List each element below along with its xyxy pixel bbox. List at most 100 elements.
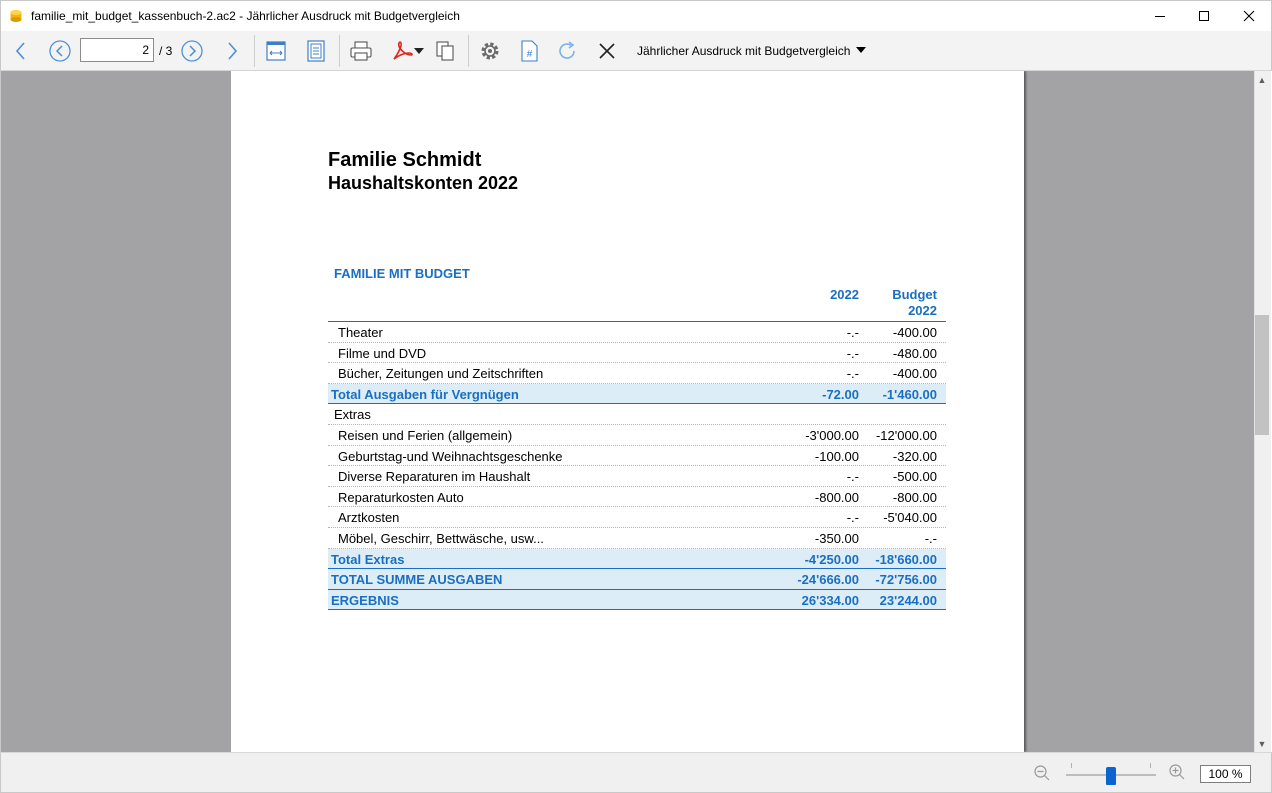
arrow-right-icon <box>228 42 238 60</box>
table-row: Diverse Reparaturen im Haushalt -.- -500.0… <box>328 466 946 487</box>
zoom-out-icon[interactable] <box>1033 764 1051 782</box>
toolbar-separator <box>339 35 340 67</box>
print-button[interactable] <box>347 37 375 65</box>
zoom-slider-thumb[interactable] <box>1106 767 1116 785</box>
toolbar-separator <box>468 35 469 67</box>
row-label: Reisen und Ferien (allgemein) <box>338 427 513 443</box>
row-value-2022: -.- <box>846 366 859 382</box>
report-page: Familie Schmidt Haushaltskonten 2022 FAM… <box>231 71 1024 752</box>
table-total-row: TOTAL SUMME AUSGABEN -24'666.00 -72'756.00 <box>328 569 946 590</box>
toolbar: / 3 # Jährlicher Ausdruck mit Budgetverg… <box>0 31 1272 71</box>
column-header-budget-line1: Budget <box>892 287 937 302</box>
next-page-button[interactable] <box>179 37 205 65</box>
svg-text:#: # <box>527 49 533 60</box>
row-value-2022: -100.00 <box>814 448 859 464</box>
copy-button[interactable] <box>432 37 458 65</box>
previous-page-button[interactable] <box>47 37 73 65</box>
row-value-2022: -.- <box>846 510 859 526</box>
row-label: TOTAL SUMME AUSGABEN <box>331 572 503 588</box>
status-bar: 100 % <box>0 752 1272 793</box>
pdf-icon <box>393 41 413 60</box>
settings-button[interactable] <box>476 37 504 65</box>
forward-button[interactable] <box>220 37 244 65</box>
table-row: Bücher, Zeitungen und Zeitschriften -.- -4… <box>328 363 946 384</box>
circle-chevron-right-icon <box>181 40 203 62</box>
printer-icon <box>350 41 372 61</box>
report-selector[interactable]: Jährlicher Ausdruck mit Budgetvergleich <box>637 44 850 58</box>
table-row: Filme und DVD -.- -480.00 <box>328 343 946 364</box>
copy-icon <box>436 41 454 61</box>
row-value-2022: -3'000.00 <box>805 427 859 443</box>
zoom-tick <box>1071 763 1072 768</box>
page-number-input[interactable] <box>80 38 154 62</box>
row-value-budget: -400.00 <box>892 325 937 340</box>
close-icon <box>599 43 615 59</box>
table-total-row: Total Extras -4'250.00 -18'660.00 <box>328 548 946 570</box>
row-label: Extras <box>334 407 371 423</box>
scrollbar-thumb[interactable] <box>1255 315 1269 435</box>
page-number-button[interactable]: # <box>516 37 542 65</box>
scroll-up-icon[interactable]: ▲ <box>1257 75 1267 85</box>
minimize-button[interactable] <box>1137 1 1183 31</box>
row-label: Reparaturkosten Auto <box>338 489 464 505</box>
title-bar: familie_mit_budget_kassenbuch-2.ac2 - Jä… <box>0 0 1272 31</box>
report-subtitle: Haushaltskonten 2022 <box>328 173 519 193</box>
arrow-left-icon <box>15 42 25 60</box>
column-header-budget: Budget 2022 <box>861 287 937 319</box>
window-title: familie_mit_budget_kassenbuch-2.ac2 - Jä… <box>31 9 460 23</box>
page-number-icon: # <box>521 40 538 62</box>
table-row: Möbel, Geschirr, Bettwäsche, usw... -350.… <box>328 528 946 549</box>
row-label: Filme und DVD <box>338 345 427 361</box>
row-value-budget: -12'000.00 <box>875 427 937 443</box>
row-value-budget: -18'660.00 <box>875 551 937 567</box>
close-window-button[interactable] <box>1226 1 1272 31</box>
row-value-budget: -480.00 <box>892 345 937 361</box>
scroll-down-icon[interactable]: ▼ <box>1257 739 1267 749</box>
refresh-button[interactable] <box>554 37 580 65</box>
page-total: / 3 <box>159 44 173 58</box>
chevron-down-icon[interactable] <box>856 47 866 53</box>
row-value-budget: -72'756.00 <box>875 572 937 588</box>
table-group-row: Extras <box>328 404 946 425</box>
row-value-budget: -320.00 <box>892 448 937 464</box>
row-value-2022: -.- <box>846 469 859 485</box>
row-value-budget: -400.00 <box>892 366 937 382</box>
row-value-2022: -.- <box>846 325 859 340</box>
row-label: Diverse Reparaturen im Haushalt <box>338 469 531 485</box>
table-row: Arztkosten -.- -5'040.00 <box>328 507 946 528</box>
table-row: Theater -.- -400.00 <box>328 322 946 343</box>
refresh-icon <box>559 41 575 59</box>
fit-width-icon <box>266 41 286 61</box>
row-value-2022: -72.00 <box>822 386 859 402</box>
row-label: Total Extras <box>331 551 405 567</box>
row-label: Möbel, Geschirr, Bettwäsche, usw... <box>338 530 544 546</box>
row-label: Total Ausgaben für Vergnügen <box>331 386 519 402</box>
back-button[interactable] <box>9 37 33 65</box>
column-header-2022: 2022 <box>830 287 859 302</box>
maximize-icon <box>1199 11 1209 21</box>
circle-chevron-left-icon <box>49 40 71 62</box>
chevron-down-icon <box>414 48 424 54</box>
close-report-button[interactable] <box>594 37 620 65</box>
fit-page-icon <box>307 40 325 62</box>
fit-width-button[interactable] <box>263 37 289 65</box>
row-value-budget: -.- <box>924 530 937 546</box>
zoom-level-field[interactable]: 100 % <box>1200 765 1251 783</box>
zoom-in-icon[interactable] <box>1168 763 1186 781</box>
row-value-2022: -24'666.00 <box>797 572 859 588</box>
row-value-budget: 23'244.00 <box>879 592 937 608</box>
table-row: Reparaturkosten Auto -800.00 -800.00 <box>328 487 946 508</box>
maximize-button[interactable] <box>1181 1 1227 31</box>
row-label: Bücher, Zeitungen und Zeitschriften <box>338 366 544 382</box>
report-viewer: Familie Schmidt Haushaltskonten 2022 FAM… <box>0 71 1254 752</box>
pdf-export-button[interactable] <box>386 37 428 65</box>
row-value-2022: -.- <box>846 345 859 361</box>
table-total-row: Total Ausgaben für Vergnügen -72.00 -1'460… <box>328 383 946 405</box>
row-label: Arztkosten <box>338 510 400 526</box>
row-value-budget: -800.00 <box>892 489 937 505</box>
app-icon <box>10 10 22 22</box>
row-value-budget: -5'040.00 <box>883 510 937 526</box>
section-heading: FAMILIE MIT BUDGET <box>334 266 470 281</box>
report-table: Theater -.- -400.00 Filme und DVD -.- -480.00… <box>328 321 946 611</box>
fit-page-button[interactable] <box>303 37 329 65</box>
